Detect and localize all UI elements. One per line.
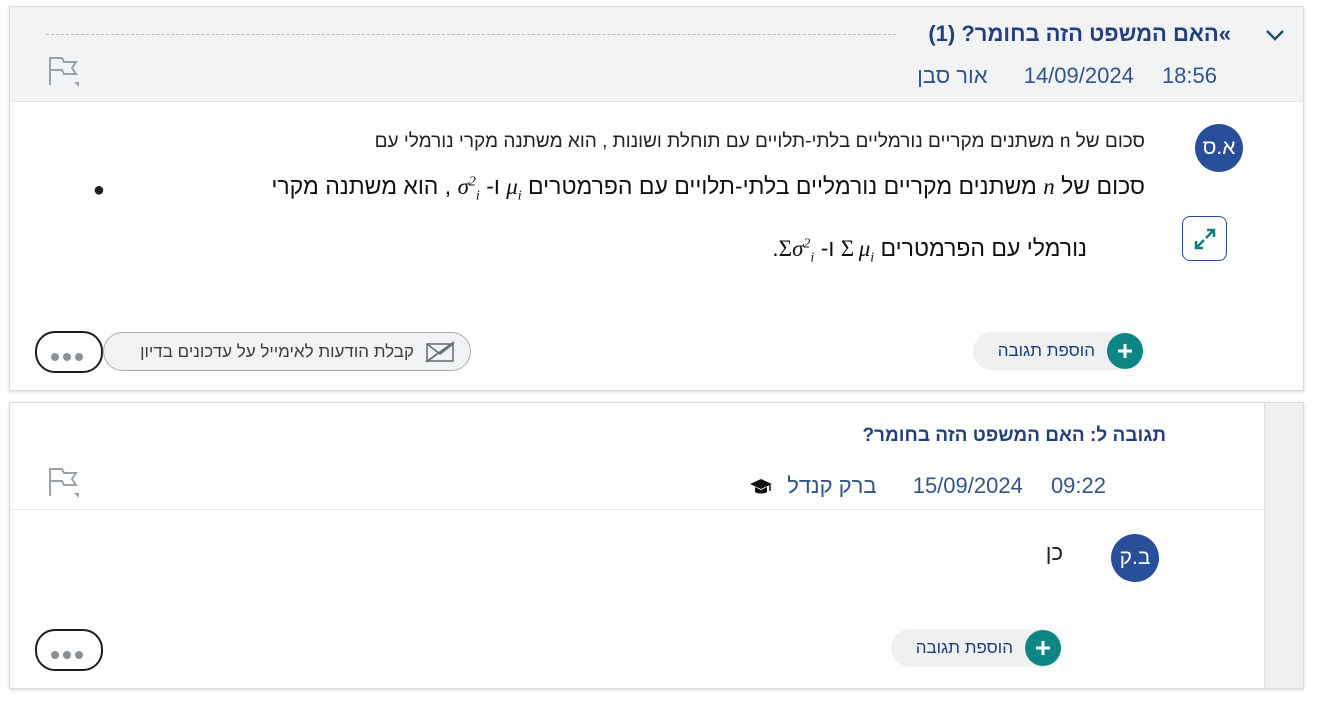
- expand-button[interactable]: [1182, 216, 1227, 261]
- post-body-bullet-line: נורמלי עם הפרמטרים Σ μi ו- Σσ2i.: [772, 235, 1087, 267]
- avatar: ב.ק: [1111, 534, 1159, 582]
- bullet-text: , הוא משתנה מקרי: [271, 173, 452, 199]
- flag-icon[interactable]: [46, 54, 82, 88]
- bullet-text: סכום של: [1061, 173, 1145, 199]
- math-mu: μi: [506, 174, 522, 204]
- bullet-text: ו-: [820, 235, 835, 261]
- add-reply-button[interactable]: הוספת תגובה: [891, 629, 1061, 667]
- post-time: 18:56: [1161, 63, 1217, 88]
- add-reply-button[interactable]: הוספת תגובה: [973, 332, 1143, 370]
- more-options-button[interactable]: [35, 629, 103, 671]
- reply-header: תגובה ל: האם המשפט הזה בחומר? 09:22 15/0…: [10, 403, 1266, 510]
- discussion-post: »האם המשפט הזה בחומר? (1) 18:56 14/09/20…: [9, 6, 1304, 391]
- post-body-bullet-line: סכום של n משתנים מקריים נורמליים בלתי-תל…: [271, 173, 1145, 205]
- email-notify-label: קבלת הודעות לאימייל על עדכונים בדיון: [140, 342, 414, 361]
- bullet-text: נורמלי עם הפרמטרים: [880, 235, 1087, 261]
- bullet-text: משתנים מקריים נורמליים בלתי-תלויים עם הפ…: [528, 173, 1037, 199]
- post-title[interactable]: »האם המשפט הזה בחומר? (1): [928, 21, 1231, 47]
- reply-meta: 09:22 15/09/2024 ברק קנדל: [749, 473, 1106, 499]
- post-author[interactable]: אור סבן: [917, 63, 987, 89]
- avatar: א.ס: [1195, 124, 1243, 172]
- reply-time: 09:22: [1050, 473, 1106, 498]
- email-notify-button[interactable]: קבלת הודעות לאימייל על עדכונים בדיון: [103, 332, 471, 371]
- plus-icon: [1107, 333, 1143, 369]
- math-n: n: [1043, 174, 1055, 199]
- bullet-dot: ●: [92, 179, 105, 201]
- reply-author[interactable]: ברק קנדל: [787, 473, 876, 499]
- reply-body: כן: [1045, 540, 1063, 565]
- plus-icon: [1025, 630, 1061, 666]
- add-reply-label: הוספת תגובה: [997, 341, 1095, 360]
- reply-post: תגובה ל: האם המשפט הזה בחומר? 09:22 15/0…: [9, 402, 1304, 689]
- bullet-text: ו-: [486, 173, 500, 199]
- chevron-down-icon[interactable]: [1263, 23, 1287, 47]
- post-meta: 18:56 14/09/2024 אור סבן: [917, 63, 1217, 89]
- add-reply-label: הוספת תגובה: [915, 638, 1013, 657]
- reply-side-strip: [1264, 403, 1303, 688]
- post-body-line: סכום של n משתנים מקריים נורמליים בלתי-תל…: [374, 131, 1145, 152]
- more-options-button[interactable]: [35, 331, 103, 373]
- expand-icon: [1194, 228, 1216, 250]
- more-icon: [51, 646, 87, 664]
- email-off-icon: [425, 341, 455, 363]
- math-sigma: σ2i: [457, 174, 480, 204]
- graduation-cap-icon: [750, 479, 773, 494]
- math-sum-mu: Σ μi: [840, 236, 875, 266]
- reply-date: 15/09/2024: [912, 473, 1023, 498]
- more-icon: [51, 348, 87, 366]
- math-sum-sigma: Σσ2i: [778, 236, 815, 266]
- post-date: 14/09/2024: [1023, 63, 1134, 88]
- divider: [46, 34, 896, 35]
- flag-icon[interactable]: [46, 465, 82, 499]
- post-header: »האם המשפט הזה בחומר? (1) 18:56 14/09/20…: [10, 7, 1303, 102]
- reply-title[interactable]: תגובה ל: האם המשפט הזה בחומר?: [862, 425, 1166, 447]
